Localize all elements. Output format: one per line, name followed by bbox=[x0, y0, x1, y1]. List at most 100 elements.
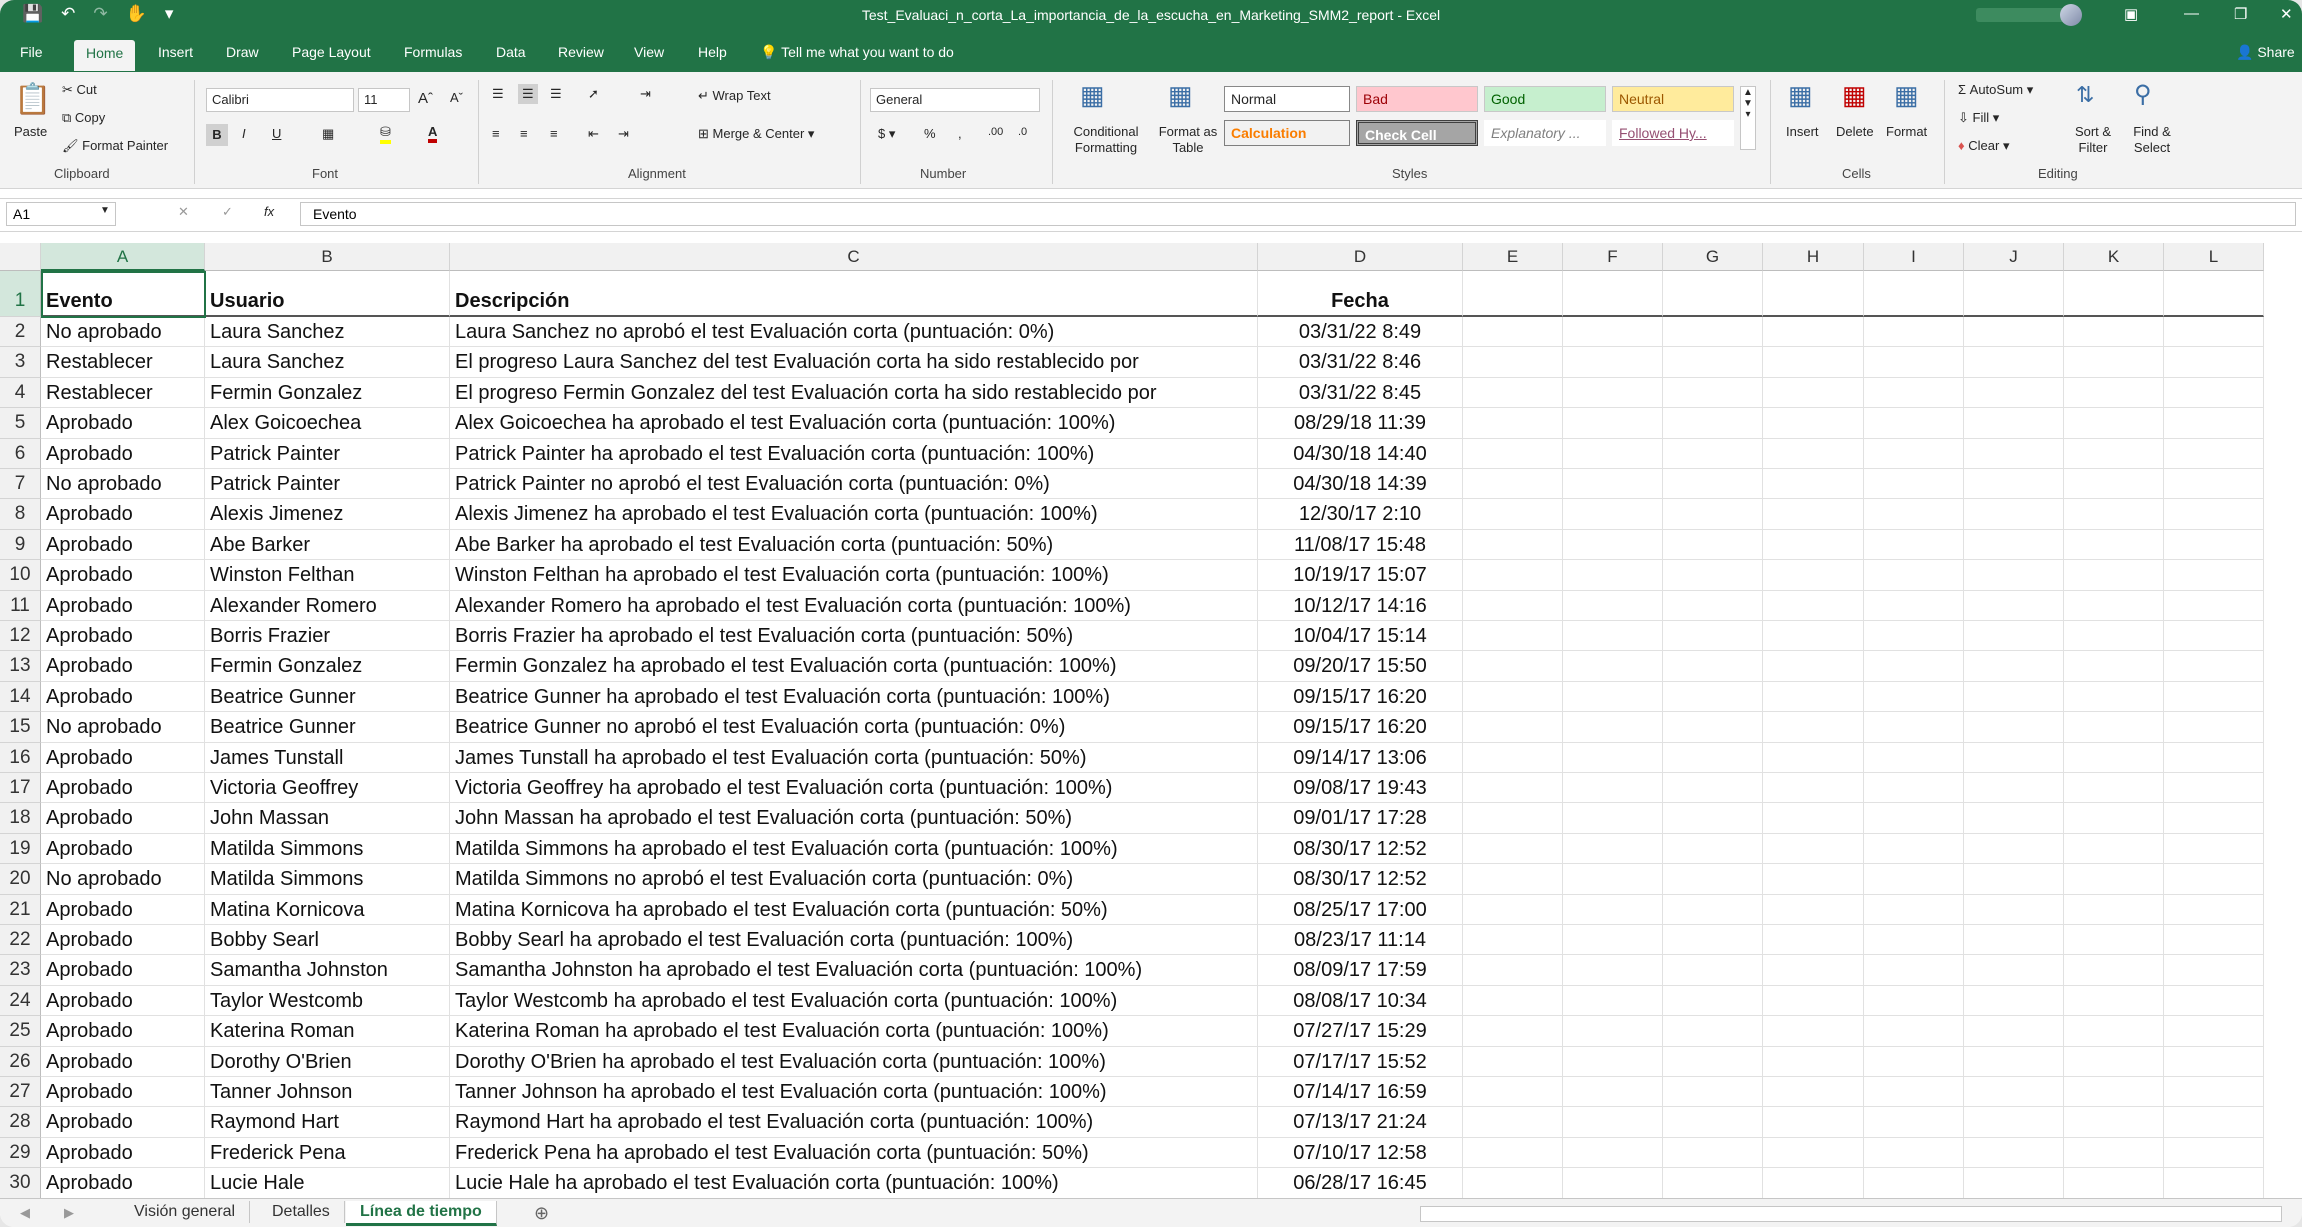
column-header-f[interactable]: F bbox=[1563, 243, 1663, 271]
cell[interactable]: 08/29/18 11:39 bbox=[1258, 408, 1463, 439]
cell[interactable]: Dorothy O'Brien bbox=[205, 1046, 450, 1077]
cell[interactable] bbox=[2164, 955, 2264, 986]
column-header-i[interactable]: I bbox=[1864, 243, 1964, 271]
cell[interactable] bbox=[1964, 499, 2064, 530]
cell[interactable] bbox=[2164, 408, 2264, 439]
cell[interactable] bbox=[2164, 1077, 2264, 1108]
paste-icon[interactable]: 📋 bbox=[14, 82, 51, 117]
row-header[interactable]: 9 bbox=[0, 529, 41, 561]
row-header[interactable]: 17 bbox=[0, 773, 41, 804]
cell[interactable] bbox=[1463, 271, 1563, 317]
cell[interactable] bbox=[1763, 1137, 1864, 1169]
conditional-formatting-icon[interactable]: ▦ bbox=[1080, 80, 1105, 111]
cell[interactable]: El progreso Laura Sanchez del test Evalu… bbox=[450, 347, 1258, 378]
orientation-icon[interactable]: ➚ bbox=[588, 86, 599, 102]
cell[interactable]: Aprobado bbox=[41, 499, 205, 530]
italic-button[interactable]: I bbox=[242, 126, 246, 141]
cell[interactable] bbox=[1663, 773, 1763, 804]
cell[interactable] bbox=[1864, 271, 1964, 317]
cell[interactable] bbox=[1763, 864, 1864, 895]
cell[interactable] bbox=[2064, 469, 2164, 500]
cell[interactable]: 08/30/17 12:52 bbox=[1258, 864, 1463, 895]
cell[interactable] bbox=[2164, 621, 2264, 652]
number-format-select[interactable]: General bbox=[870, 88, 1040, 112]
cell[interactable] bbox=[1964, 894, 2064, 925]
cell[interactable] bbox=[2064, 499, 2164, 530]
cell[interactable] bbox=[1663, 742, 1763, 773]
align-bottom-icon[interactable]: ☰ bbox=[550, 86, 562, 102]
cell[interactable]: 08/09/17 17:59 bbox=[1258, 955, 1463, 986]
cell[interactable] bbox=[1864, 955, 1964, 986]
percent-icon[interactable]: % bbox=[924, 126, 936, 141]
cell[interactable] bbox=[1864, 560, 1964, 591]
row-header[interactable]: 30 bbox=[0, 1168, 41, 1199]
cell[interactable]: 03/31/22 8:45 bbox=[1258, 377, 1463, 409]
cell[interactable]: Aprobado bbox=[41, 1137, 205, 1169]
row-header[interactable]: 1 bbox=[0, 271, 41, 317]
cell[interactable] bbox=[1463, 864, 1563, 895]
cell[interactable] bbox=[2064, 621, 2164, 652]
cell[interactable]: Alex Goicoechea ha aprobado el test Eval… bbox=[450, 408, 1258, 439]
row-header[interactable]: 2 bbox=[0, 317, 41, 348]
cell[interactable] bbox=[1663, 803, 1763, 834]
cell[interactable] bbox=[2064, 560, 2164, 591]
cell[interactable]: Fermin Gonzalez bbox=[205, 377, 450, 409]
cell[interactable] bbox=[1663, 1168, 1763, 1199]
cell[interactable]: Tanner Johnson ha aprobado el test Evalu… bbox=[450, 1077, 1258, 1108]
fill-button[interactable]: ⇩ Fill ▾ bbox=[1958, 110, 1999, 126]
cell[interactable] bbox=[2064, 1107, 2164, 1138]
cell[interactable]: Aprobado bbox=[41, 742, 205, 773]
cell[interactable] bbox=[1964, 621, 2064, 652]
cell[interactable] bbox=[2064, 985, 2164, 1017]
cell[interactable] bbox=[1463, 985, 1563, 1017]
column-header-a[interactable]: A bbox=[41, 243, 205, 271]
cell[interactable] bbox=[1864, 894, 1964, 925]
cell[interactable] bbox=[1463, 803, 1563, 834]
cell[interactable]: Borris Frazier ha aprobado el test Evalu… bbox=[450, 621, 1258, 652]
bold-button[interactable]: B bbox=[206, 124, 228, 146]
cell[interactable]: 08/30/17 12:52 bbox=[1258, 833, 1463, 865]
cell[interactable]: 04/30/18 14:39 bbox=[1258, 469, 1463, 500]
cell[interactable]: Laura Sanchez bbox=[205, 317, 450, 348]
cell[interactable] bbox=[1563, 499, 1663, 530]
cell[interactable] bbox=[1864, 803, 1964, 834]
cell[interactable]: Alexis Jimenez ha aprobado el test Evalu… bbox=[450, 499, 1258, 530]
cell[interactable] bbox=[1463, 560, 1563, 591]
cell[interactable] bbox=[1964, 833, 2064, 865]
cell[interactable]: Aprobado bbox=[41, 438, 205, 469]
align-center-icon[interactable]: ≡ bbox=[520, 126, 528, 141]
cell[interactable]: Aprobado bbox=[41, 651, 205, 682]
style-check-cell[interactable]: Check Cell bbox=[1356, 120, 1478, 146]
cell[interactable] bbox=[1763, 1107, 1864, 1138]
cell[interactable] bbox=[2164, 271, 2264, 317]
share-button[interactable]: 👤 Share bbox=[2236, 44, 2295, 61]
cell[interactable] bbox=[1463, 1046, 1563, 1077]
delete-cells-icon[interactable]: ▦ bbox=[1842, 80, 1867, 111]
decrease-decimal-icon[interactable]: .0 bbox=[1018, 126, 1027, 138]
borders-icon[interactable]: ▦ bbox=[322, 126, 334, 142]
cell[interactable] bbox=[2064, 833, 2164, 865]
cell[interactable] bbox=[2164, 438, 2264, 469]
format-as-table-icon[interactable]: ▦ bbox=[1168, 80, 1193, 111]
cell[interactable] bbox=[1563, 438, 1663, 469]
conditional-formatting-button[interactable]: Conditional Formatting bbox=[1062, 124, 1150, 156]
cell[interactable] bbox=[1964, 347, 2064, 378]
cell[interactable] bbox=[1964, 1137, 2064, 1169]
row-header[interactable]: 15 bbox=[0, 712, 41, 743]
cell[interactable] bbox=[1663, 1077, 1763, 1108]
cell[interactable] bbox=[1864, 590, 1964, 621]
cell[interactable] bbox=[2164, 1107, 2264, 1138]
cell[interactable] bbox=[1563, 1077, 1663, 1108]
cell[interactable] bbox=[1663, 621, 1763, 652]
cell[interactable] bbox=[1663, 469, 1763, 500]
cell[interactable] bbox=[2064, 590, 2164, 621]
increase-indent-icon[interactable]: ⇥ bbox=[618, 126, 629, 142]
fill-color-icon[interactable]: ⛁ bbox=[380, 124, 391, 144]
restore-icon[interactable]: ❐ bbox=[2234, 5, 2247, 23]
tell-me-search[interactable]: 💡 Tell me what you want to do bbox=[760, 44, 954, 61]
cell[interactable]: Aprobado bbox=[41, 621, 205, 652]
cell[interactable]: No aprobado bbox=[41, 317, 205, 348]
cell[interactable] bbox=[2164, 560, 2264, 591]
cell[interactable] bbox=[1864, 1107, 1964, 1138]
cell[interactable] bbox=[2064, 1016, 2164, 1047]
